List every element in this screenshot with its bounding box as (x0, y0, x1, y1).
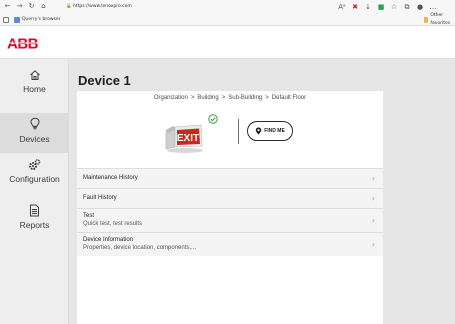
bookmarks-bar: Querry's browser Other favorites (0, 13, 455, 26)
divider (238, 119, 239, 144)
abb-logo: ABB (7, 36, 45, 50)
home-browser-icon[interactable]: ⌂ (39, 2, 48, 11)
browser-tools: Aᵃ ✖ ↓ ■ ☆ ⧉ ● … (337, 2, 438, 12)
breadcrumb-item[interactable]: Sub-Building (228, 95, 262, 101)
side-navigation: Home Devices Configuration Reports (0, 59, 69, 324)
breadcrumb: Organization > Building > Sub-Building > Defau… (77, 95, 383, 101)
list-item-maintenance-history[interactable]: Maintenance History › (77, 168, 383, 188)
document-icon (30, 204, 39, 217)
main-content: Device 1 Organization > Building > Sub-Build… (69, 59, 455, 324)
nav-item-label: Devices (19, 134, 50, 144)
device-menu-list: Maintenance History › Fault History › Te… (77, 168, 383, 256)
lightbulb-icon (29, 117, 40, 130)
exit-sign-text: EXIT (177, 133, 199, 144)
nav-item-configuration[interactable]: Configuration (0, 159, 69, 199)
find-me-label: FIND ME (264, 128, 285, 134)
extension-shield-icon[interactable]: ■ (376, 2, 386, 12)
device-hero: EXIT FIND ME (77, 109, 383, 161)
browser-toolbar: ← → ↻ ⌂ 🔒 https://www.lenoxpro.com Aᵃ ✖ … (0, 0, 455, 26)
page-title: Device 1 (78, 73, 131, 88)
back-icon[interactable]: ← (3, 2, 12, 11)
folder-icon (424, 17, 429, 23)
list-item-title: Fault History (83, 195, 117, 201)
nav-item-label: Home (23, 84, 46, 94)
nav-item-home[interactable]: Home (0, 69, 69, 109)
lock-icon: 🔒 (66, 4, 72, 9)
breadcrumb-separator: > (221, 95, 226, 101)
exit-sign-image: EXIT (165, 124, 203, 153)
breadcrumb-separator: > (265, 95, 269, 101)
find-me-button[interactable]: FIND ME (247, 121, 293, 141)
chevron-right-icon: › (371, 216, 375, 225)
list-item-subtitle: Quick test, test results (83, 221, 143, 227)
breadcrumb-item[interactable]: Building (197, 95, 218, 101)
profile-icon[interactable]: ● (415, 2, 425, 12)
breadcrumb-separator: > (190, 95, 195, 101)
bookmark-folder[interactable]: Other favorites (424, 13, 455, 26)
bookmark-label: Querry's browser (22, 17, 61, 22)
gears-icon (29, 159, 41, 170)
browser-nav-buttons: ← → ↻ ⌂ (3, 2, 48, 11)
bookmark-icon (14, 17, 20, 23)
list-item-fault-history[interactable]: Fault History › (77, 188, 383, 208)
device-card: Organization > Building > Sub-Building > Defau… (77, 91, 383, 324)
address-bar[interactable]: 🔒 https://www.lenoxpro.com (66, 3, 296, 11)
list-item-title: Device Information (83, 237, 134, 243)
bookmark-label: Other favorites (430, 13, 451, 26)
nav-item-label: Reports (19, 220, 50, 230)
chevron-right-icon: › (371, 174, 375, 183)
nav-item-reports[interactable]: Reports (0, 204, 69, 244)
more-icon[interactable]: … (428, 2, 438, 12)
chevron-right-icon: › (371, 194, 375, 203)
favorites-icon[interactable]: ☆ (389, 2, 399, 12)
list-item-subtitle: Properties, device location, components,… (83, 245, 197, 251)
extension-x-icon[interactable]: ✖ (350, 2, 360, 12)
home-icon (29, 70, 40, 80)
forward-icon[interactable]: → (15, 2, 24, 11)
url-text: https://www.lenoxpro.com (73, 4, 132, 9)
breadcrumb-item[interactable]: Default Floor (272, 95, 306, 101)
nav-item-label: Configuration (9, 174, 60, 184)
extension-down-icon[interactable]: ↓ (363, 2, 373, 12)
chevron-right-icon: › (371, 240, 375, 249)
collections-icon[interactable]: ⧉ (402, 2, 412, 12)
nav-item-devices[interactable]: Devices (0, 113, 69, 153)
bookmark-item[interactable]: Querry's browser (14, 16, 60, 24)
apps-icon[interactable] (3, 16, 9, 24)
breadcrumb-item[interactable]: Organization (154, 95, 188, 101)
list-item-title: Test (83, 213, 95, 219)
refresh-icon[interactable]: ↻ (27, 2, 36, 11)
list-item-title: Maintenance History (83, 175, 138, 181)
app-header: ABB (0, 27, 455, 59)
reader-icon[interactable]: Aᵃ (337, 2, 347, 12)
list-item-device-information[interactable]: Device Information Properties, device lo… (77, 232, 383, 256)
list-item-test[interactable]: Test Quick test, test results › (77, 208, 383, 232)
status-ok-icon (208, 114, 218, 124)
location-pin-icon (256, 127, 262, 135)
